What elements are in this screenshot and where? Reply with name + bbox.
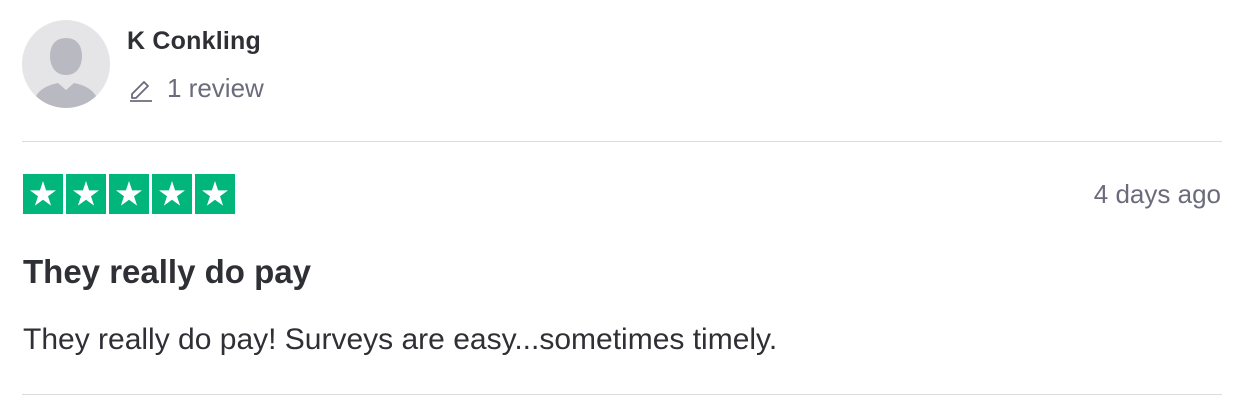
star-icon [23,174,63,214]
divider [22,394,1222,395]
star-icon [152,174,192,214]
review-count-label: 1 review [167,73,264,103]
review-body: They really do pay! Surveys are easy...s… [23,323,778,356]
star-rating [23,174,235,214]
reviewer-name[interactable]: K Conkling [127,26,264,56]
review-count: 1 review [127,73,264,103]
star-icon [66,174,106,214]
review-card: K Conkling 1 review 4 days ago They real… [0,0,1248,412]
reviewer-header: K Conkling 1 review [22,20,264,108]
divider [22,141,1222,142]
reviewer-info: K Conkling 1 review [127,20,264,103]
avatar[interactable] [22,20,110,108]
star-icon [195,174,235,214]
star-icon [109,174,149,214]
review-date: 4 days ago [1093,179,1221,209]
pencil-icon [127,74,155,102]
review-title[interactable]: They really do pay [23,252,311,292]
default-user-avatar-icon [32,38,100,108]
